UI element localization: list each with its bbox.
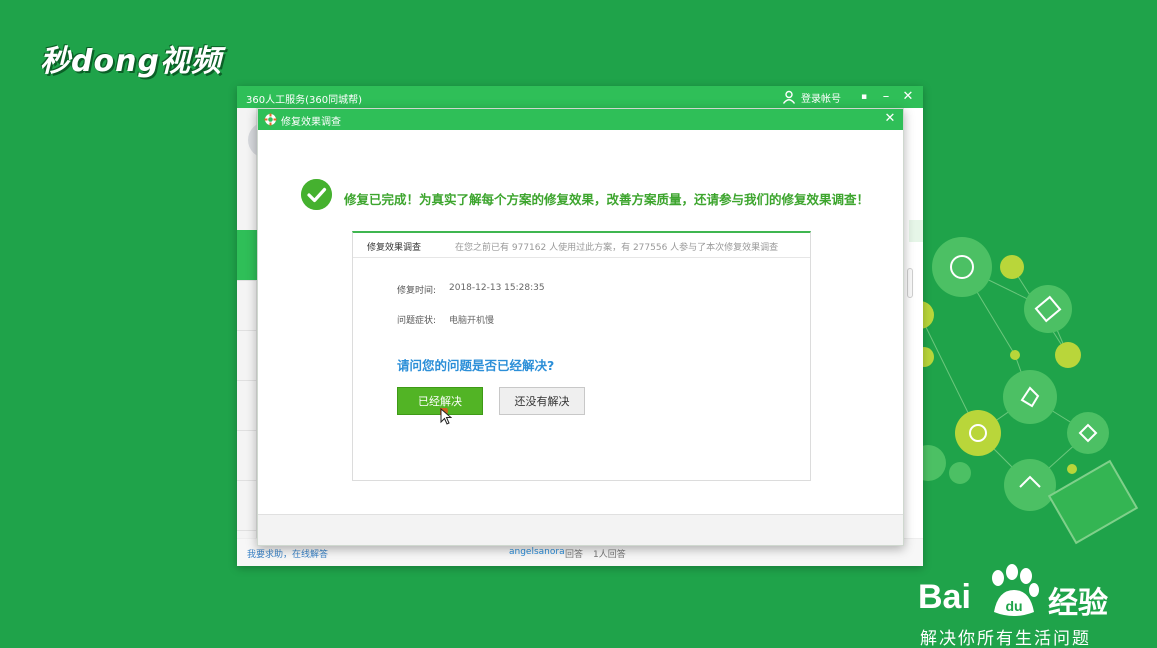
sidebar-divider (237, 330, 257, 331)
dialog-footer (258, 514, 903, 545)
sidebar-item-active[interactable] (237, 230, 257, 280)
sidebar-divider (237, 480, 257, 481)
symptom-value: 电脑开机慢 (449, 316, 495, 326)
app-titlebar: 360人工服务(360同城帮) 登录帐号 ▪ – ✕ (237, 86, 923, 108)
baidu-jingyan-logo: Bai du 经验 (918, 564, 1118, 621)
app-sidebar (237, 108, 257, 566)
baidu-slogan: 解决你所有生活问题 (920, 629, 1091, 648)
success-check-icon (301, 179, 332, 210)
dialog-close-button[interactable]: ✕ (881, 110, 899, 128)
completion-message: 修复已完成！为真实了解每个方案的修复效果，改善方案质量，还请参与我们的修复效果调… (344, 192, 870, 207)
baidu-logo-jingyan: 经验 (1048, 586, 1108, 621)
mouse-cursor-icon (440, 408, 452, 425)
scrollbar[interactable] (907, 268, 913, 298)
close-button[interactable]: ✕ (899, 88, 917, 106)
lifebuoy-icon (264, 113, 277, 126)
dialog-titlebar: 修复效果调查 ✕ (258, 109, 903, 130)
survey-panel: 修复效果调查 在您之前已有 977162 人使用过此方案，有 277556 人参… (352, 231, 811, 481)
survey-stats: 在您之前已有 977162 人使用过此方案，有 277556 人参与了本次修复效… (455, 243, 779, 253)
resolved-no-button[interactable]: 还没有解决 (499, 387, 585, 415)
repair-time-label: 修复时间: (397, 286, 437, 296)
login-button[interactable]: 登录帐号 (782, 89, 841, 105)
user-icon (782, 90, 796, 104)
symptom-label: 问题症状: (397, 316, 437, 326)
login-label: 登录帐号 (801, 93, 841, 105)
survey-dialog: 修复效果调查 ✕ 修复已完成！为真实了解每个方案的修复效果，改善方案质量，还请参… (257, 108, 904, 546)
sidebar-divider (237, 530, 257, 531)
content-highlight (909, 220, 923, 242)
minimize-button[interactable]: – (877, 88, 895, 106)
resolved-question: 请问您的问题是否已经解决? (397, 358, 555, 373)
chat-icon[interactable]: ▪ (855, 88, 873, 106)
baidu-paw-icon: du (992, 564, 1039, 616)
sidebar-divider (237, 380, 257, 381)
baidu-logo-du: du (1005, 598, 1022, 614)
panel-header: 修复效果调查 在您之前已有 977162 人使用过此方案，有 277556 人参… (353, 233, 810, 258)
help-link[interactable]: 我要求助，在线解答 (247, 547, 328, 560)
dialog-title: 修复效果调查 (281, 117, 341, 128)
tab-survey[interactable]: 修复效果调查 (367, 240, 421, 253)
baidu-logo-bai: Bai (918, 578, 971, 616)
sidebar-divider (237, 280, 257, 281)
answer-action: 回答 (565, 550, 584, 560)
sidebar-divider (237, 430, 257, 431)
answer-username[interactable]: angelsanora (509, 547, 565, 557)
app-title: 360人工服务(360同城帮) (246, 95, 362, 106)
repair-time-value: 2018-12-13 15:28:35 (449, 283, 545, 293)
brand-watermark: 秒dong视频 (40, 44, 222, 79)
answer-count: 1人回答 (593, 550, 626, 560)
decorative-network-graphic (906, 237, 1139, 545)
